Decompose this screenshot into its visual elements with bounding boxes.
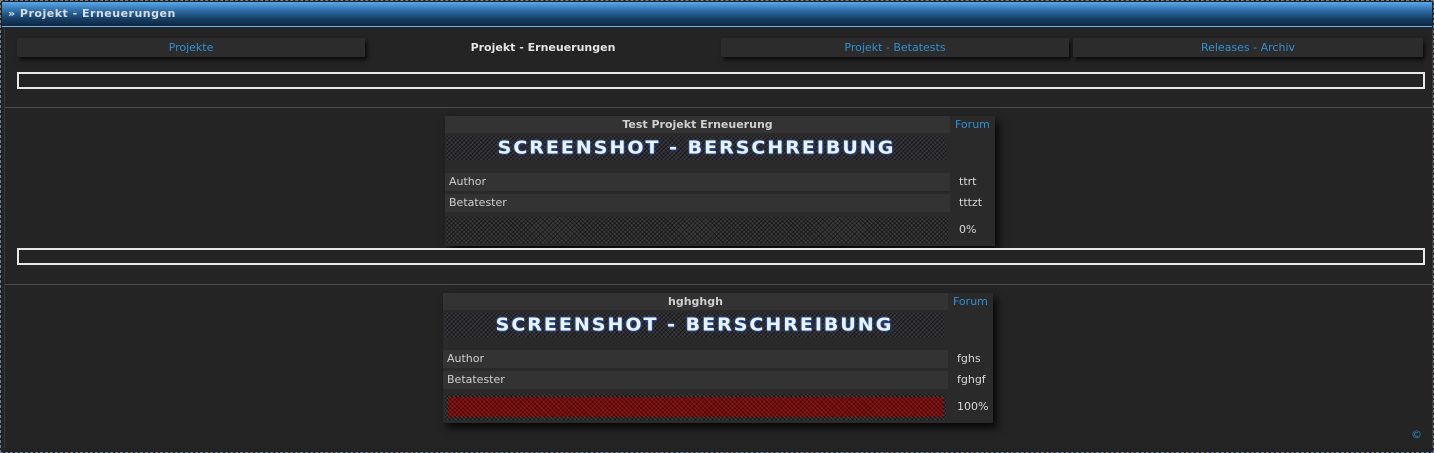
project-title: hghghgh — [443, 293, 948, 310]
window-titlebar: » Projekt - Erneuerungen — [2, 2, 1432, 27]
screenshot-banner: SCREENSHOT - BERSCHREIBUNG — [445, 313, 944, 337]
main-content: Projekte Projekt - Erneuerungen Projekt … — [4, 28, 1433, 448]
author-label: Author — [443, 350, 948, 368]
screenshot-banner: SCREENSHOT - BERSCHREIBUNG — [447, 136, 946, 160]
forum-link[interactable]: Forum — [953, 293, 988, 310]
tab-projekte[interactable]: Projekte — [17, 38, 365, 57]
empty-bar-box — [17, 248, 1425, 265]
banner-text: SCREENSHOT - BERSCHREIBUNG — [497, 137, 896, 159]
project-title: Test Projekt Erneuerung — [445, 116, 950, 133]
page-frame: » Projekt - Erneuerungen Projekte Projek… — [0, 0, 1434, 453]
progress-fill — [448, 397, 943, 417]
copyright-link[interactable]: © — [1411, 428, 1422, 441]
tab-projekt-erneuerungen[interactable]: Projekt - Erneuerungen — [369, 38, 717, 57]
tab-releases-archiv[interactable]: Releases - Archiv — [1073, 38, 1423, 57]
betatester-value: tttzt — [955, 194, 993, 212]
window-title: » Projekt - Erneuerungen — [8, 7, 176, 20]
progress-bar — [447, 217, 948, 243]
empty-bar-box — [17, 72, 1425, 89]
forum-link[interactable]: Forum — [955, 116, 990, 133]
tab-bar: Projekte Projekt - Erneuerungen Projekt … — [17, 38, 1423, 57]
author-value: fghs — [953, 350, 991, 368]
progress-percent: 0% — [959, 223, 977, 236]
progress-percent: 100% — [957, 400, 989, 413]
progress-bar — [445, 394, 946, 420]
banner-text: SCREENSHOT - BERSCHREIBUNG — [495, 314, 894, 336]
betatester-label: Betatester — [443, 371, 948, 389]
divider — [5, 107, 1432, 108]
author-value: ttrt — [955, 173, 993, 191]
betatester-label: Betatester — [445, 194, 950, 212]
divider — [5, 284, 1432, 285]
author-label: Author — [445, 173, 950, 191]
tab-projekt-betatests[interactable]: Projekt - Betatests — [721, 38, 1069, 57]
betatester-value: fghgf — [953, 371, 991, 389]
